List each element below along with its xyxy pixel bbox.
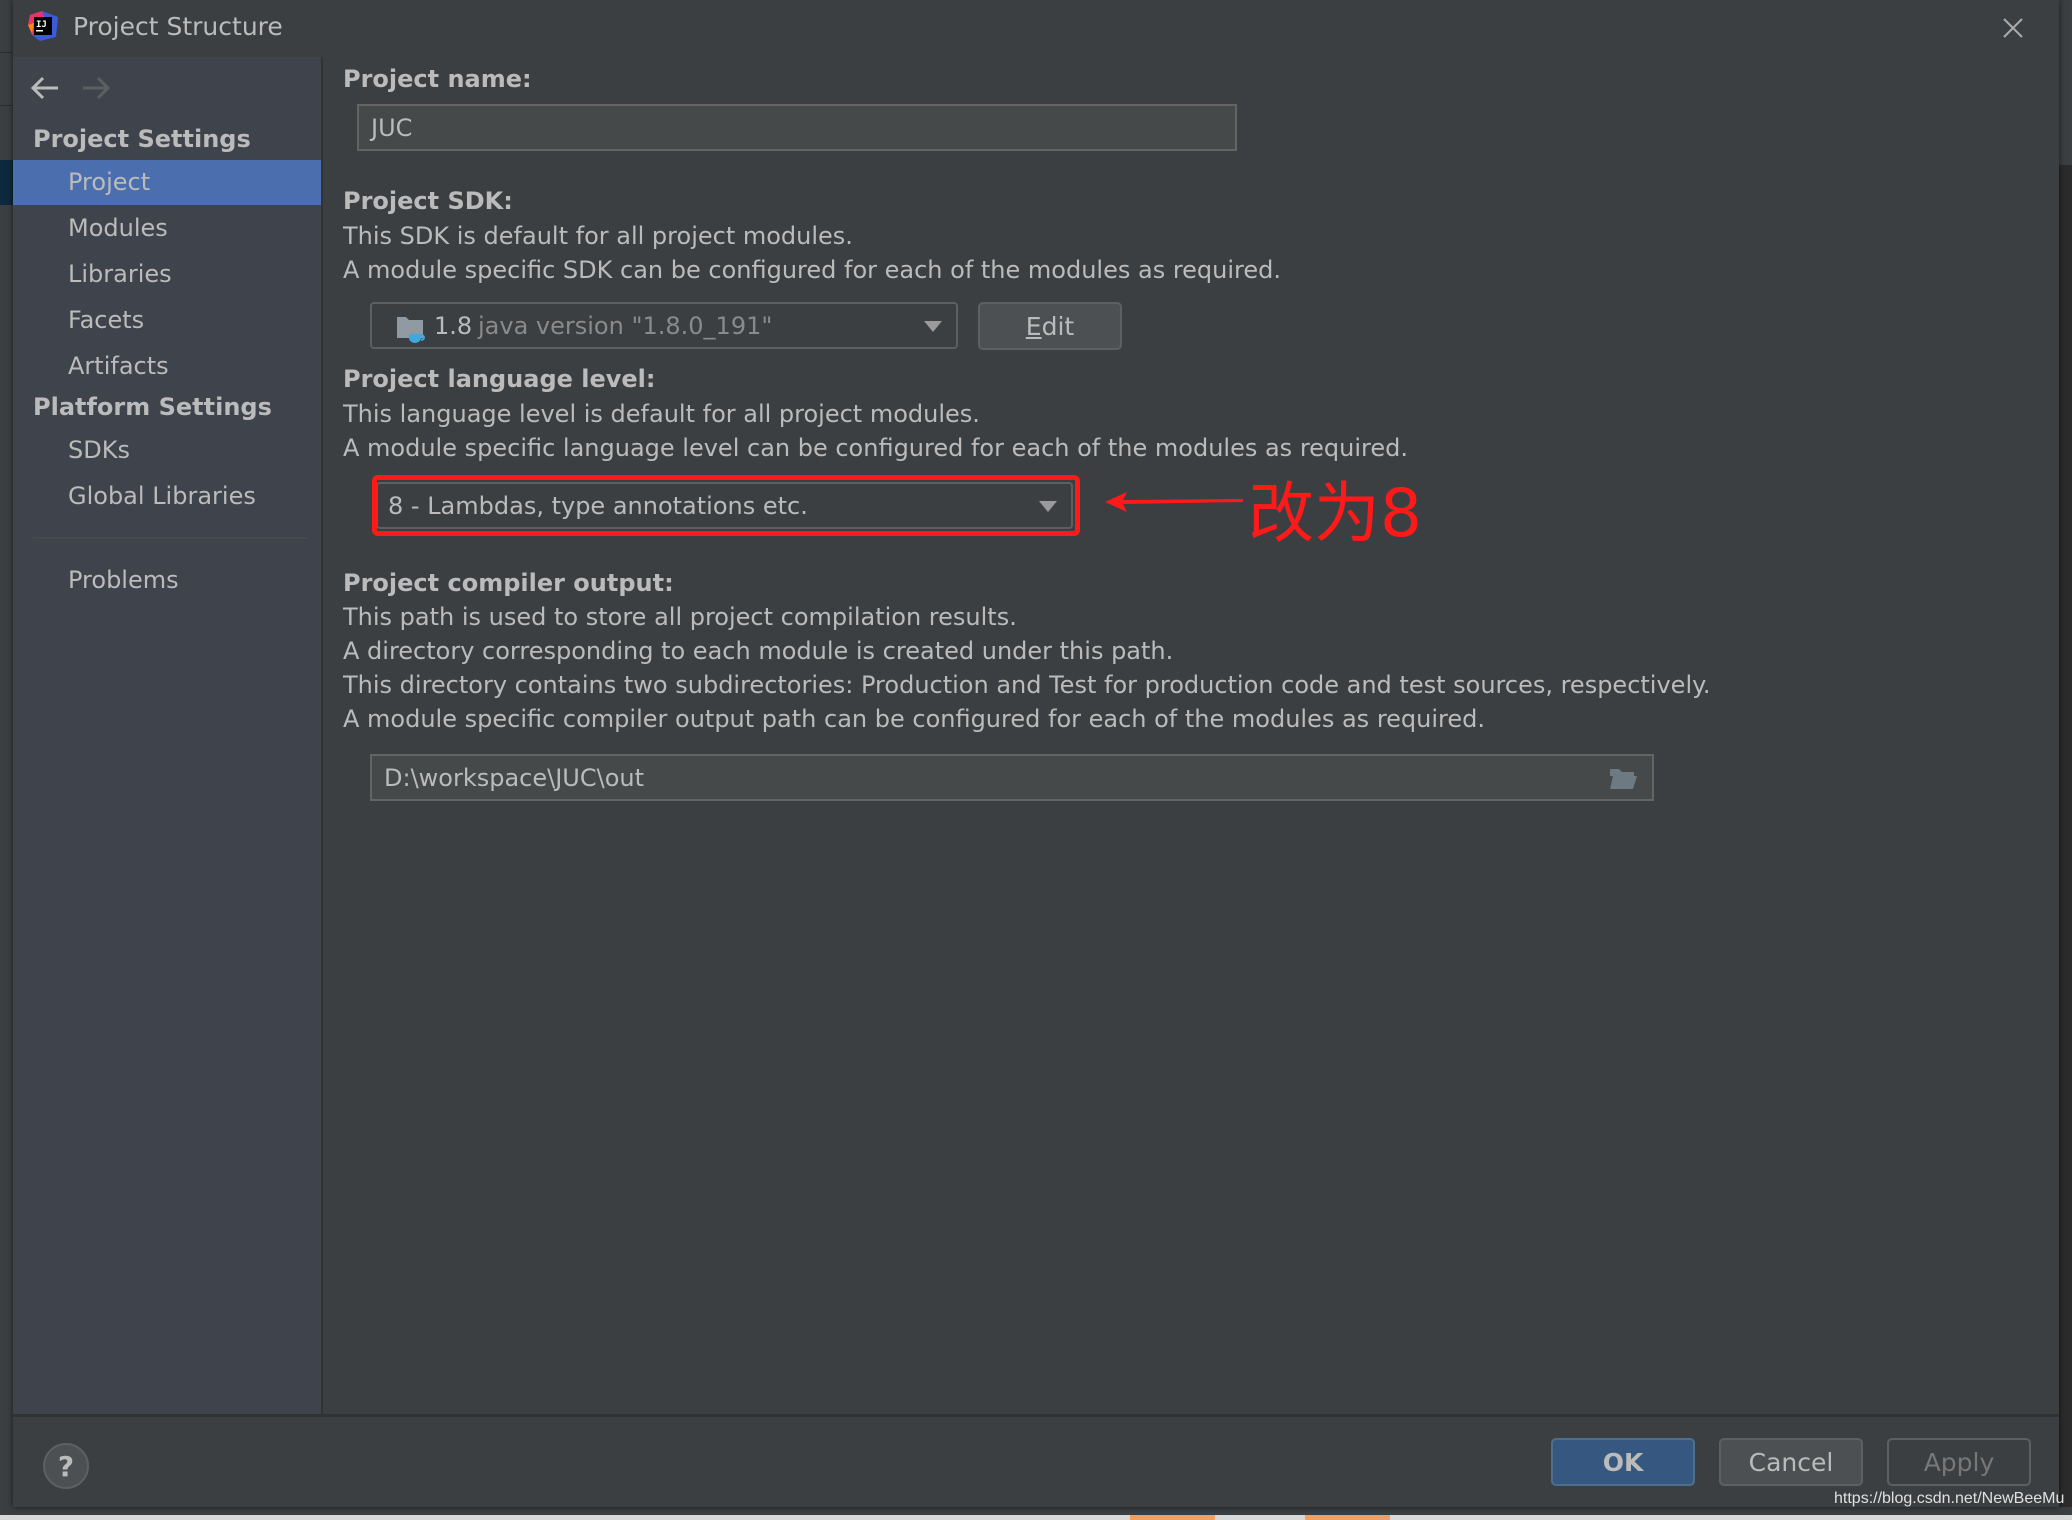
background-highlight	[1305, 1515, 1390, 1520]
ok-button[interactable]: OK	[1551, 1438, 1695, 1486]
group-title-platform-settings: Platform Settings	[33, 393, 272, 421]
jdk-folder-icon	[397, 317, 425, 343]
sidebar-item-global-libraries[interactable]: Global Libraries	[13, 474, 321, 519]
sidebar: Project Settings Project Modules Librari…	[13, 57, 321, 1414]
sidebar-item-problems[interactable]: Problems	[13, 558, 321, 603]
annotation-highlight-box	[372, 475, 1080, 536]
dialog-title: Project Structure	[73, 12, 283, 41]
compiler-output-description: This path is used to store all project c…	[343, 603, 1017, 631]
apply-button[interactable]: Apply	[1887, 1438, 2031, 1486]
sdk-version: 1.8	[434, 311, 473, 340]
compiler-output-path-value: D:\workspace\JUC\out	[384, 763, 645, 792]
edit-label-rest: dit	[1041, 311, 1075, 341]
sidebar-item-label: Global Libraries	[68, 482, 256, 510]
arrow-left-icon[interactable]	[28, 73, 62, 103]
compiler-output-path-input[interactable]: D:\workspace\JUC\out	[370, 754, 1654, 801]
compiler-output-description: A directory corresponding to each module…	[343, 637, 1174, 665]
chevron-down-icon	[924, 320, 942, 332]
language-level-description: This language level is default for all p…	[343, 400, 980, 428]
project-settings-panel: Project name: JUC Project SDK: This SDK …	[323, 57, 2059, 1414]
project-structure-dialog: IJ Project Structure Project Settings Pr…	[13, 0, 2059, 1507]
sidebar-item-label: Facets	[68, 306, 145, 334]
edit-sdk-button[interactable]: Edit	[978, 302, 1122, 350]
background-divider	[0, 52, 13, 53]
group-title-project-settings: Project Settings	[33, 125, 251, 153]
sidebar-item-label: Project	[68, 168, 151, 196]
sidebar-item-label: Artifacts	[68, 352, 169, 380]
sidebar-item-artifacts[interactable]: Artifacts	[13, 344, 321, 389]
sidebar-item-project[interactable]: Project	[13, 160, 321, 205]
sidebar-item-sdks[interactable]: SDKs	[13, 428, 321, 473]
dialog-footer: ? OK Cancel Apply	[13, 1414, 2059, 1507]
sidebar-separator	[33, 537, 308, 539]
background-ide-left	[0, 0, 13, 1520]
background-panel	[2059, 0, 2072, 165]
annotation-text: 改为8	[1248, 475, 1422, 552]
background-taskbar	[0, 1515, 2072, 1520]
arrow-right-icon	[83, 76, 111, 100]
project-sdk-description: This SDK is default for all project modu…	[343, 222, 853, 250]
compiler-output-label: Project compiler output:	[343, 569, 674, 597]
sidebar-item-label: SDKs	[68, 436, 130, 464]
project-name-input[interactable]: JUC	[357, 104, 1237, 151]
background-ide-bottom	[0, 1507, 2072, 1520]
language-level-label: Project language level:	[343, 365, 656, 393]
sidebar-item-label: Problems	[68, 566, 179, 594]
watermark-text: https://blog.csdn.net/NewBeeMu	[1834, 1490, 2065, 1507]
project-sdk-description: A module specific SDK can be configured …	[343, 256, 1282, 284]
language-level-description: A module specific language level can be …	[343, 434, 1408, 462]
background-highlight	[1130, 1515, 1215, 1520]
compiler-output-description: A module specific compiler output path c…	[343, 705, 1486, 733]
browse-folder-icon[interactable]	[1608, 767, 1638, 791]
sidebar-item-facets[interactable]: Facets	[13, 298, 321, 343]
close-icon[interactable]	[1998, 13, 2028, 43]
sdk-version-detail: java version "1.8.0_191"	[478, 311, 773, 340]
sidebar-item-libraries[interactable]: Libraries	[13, 252, 321, 297]
help-button[interactable]: ?	[43, 1443, 89, 1489]
background-divider	[0, 105, 13, 106]
background-selection	[0, 160, 13, 205]
annotation-arrow-icon	[1105, 492, 1243, 512]
cancel-button[interactable]: Cancel	[1719, 1438, 1863, 1486]
sidebar-item-modules[interactable]: Modules	[13, 206, 321, 251]
title-bar: IJ Project Structure	[13, 0, 2059, 57]
svg-text:IJ: IJ	[36, 20, 47, 30]
intellij-idea-icon: IJ	[28, 11, 58, 41]
compiler-output-description: This directory contains two subdirectori…	[343, 671, 1711, 699]
project-sdk-dropdown[interactable]: 1.8 java version "1.8.0_191"	[370, 302, 958, 349]
sidebar-item-label: Libraries	[68, 260, 172, 288]
project-name-value: JUC	[371, 113, 413, 142]
edit-mnemonic: E	[1025, 311, 1042, 341]
sidebar-item-label: Modules	[68, 214, 168, 242]
project-sdk-label: Project SDK:	[343, 187, 513, 215]
project-name-label: Project name:	[343, 65, 532, 93]
background-editor	[2059, 165, 2072, 1515]
background-ide-right	[2059, 0, 2072, 1520]
